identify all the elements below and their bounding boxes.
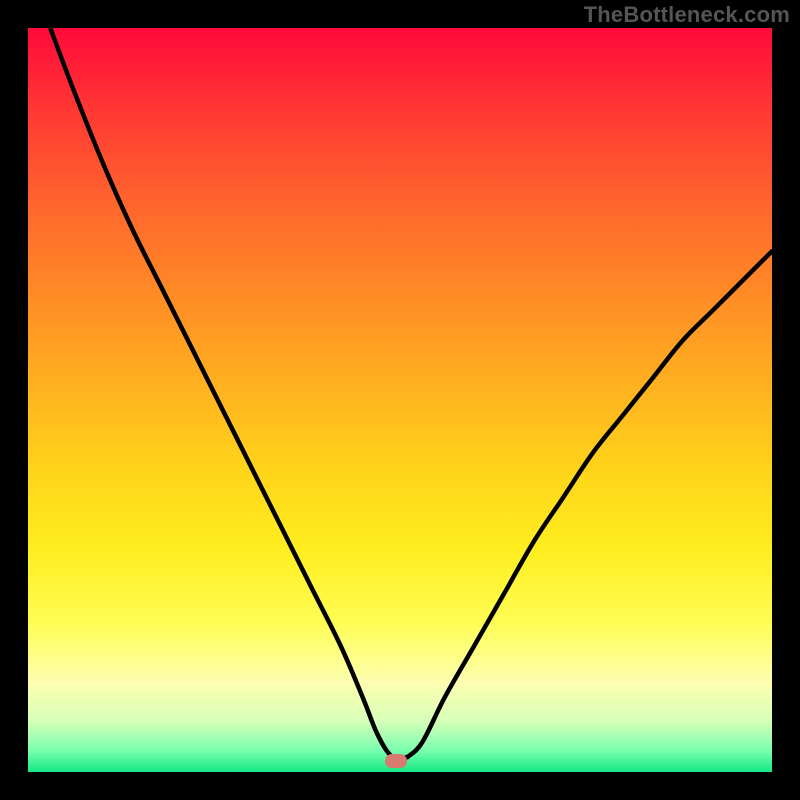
minimum-marker: [385, 754, 407, 768]
curve-layer: [28, 28, 772, 772]
right-curve: [407, 251, 772, 757]
left-curve: [50, 28, 407, 759]
watermark-label: TheBottleneck.com: [584, 2, 790, 28]
chart-frame: TheBottleneck.com: [0, 0, 800, 800]
plot-area: [28, 28, 772, 772]
